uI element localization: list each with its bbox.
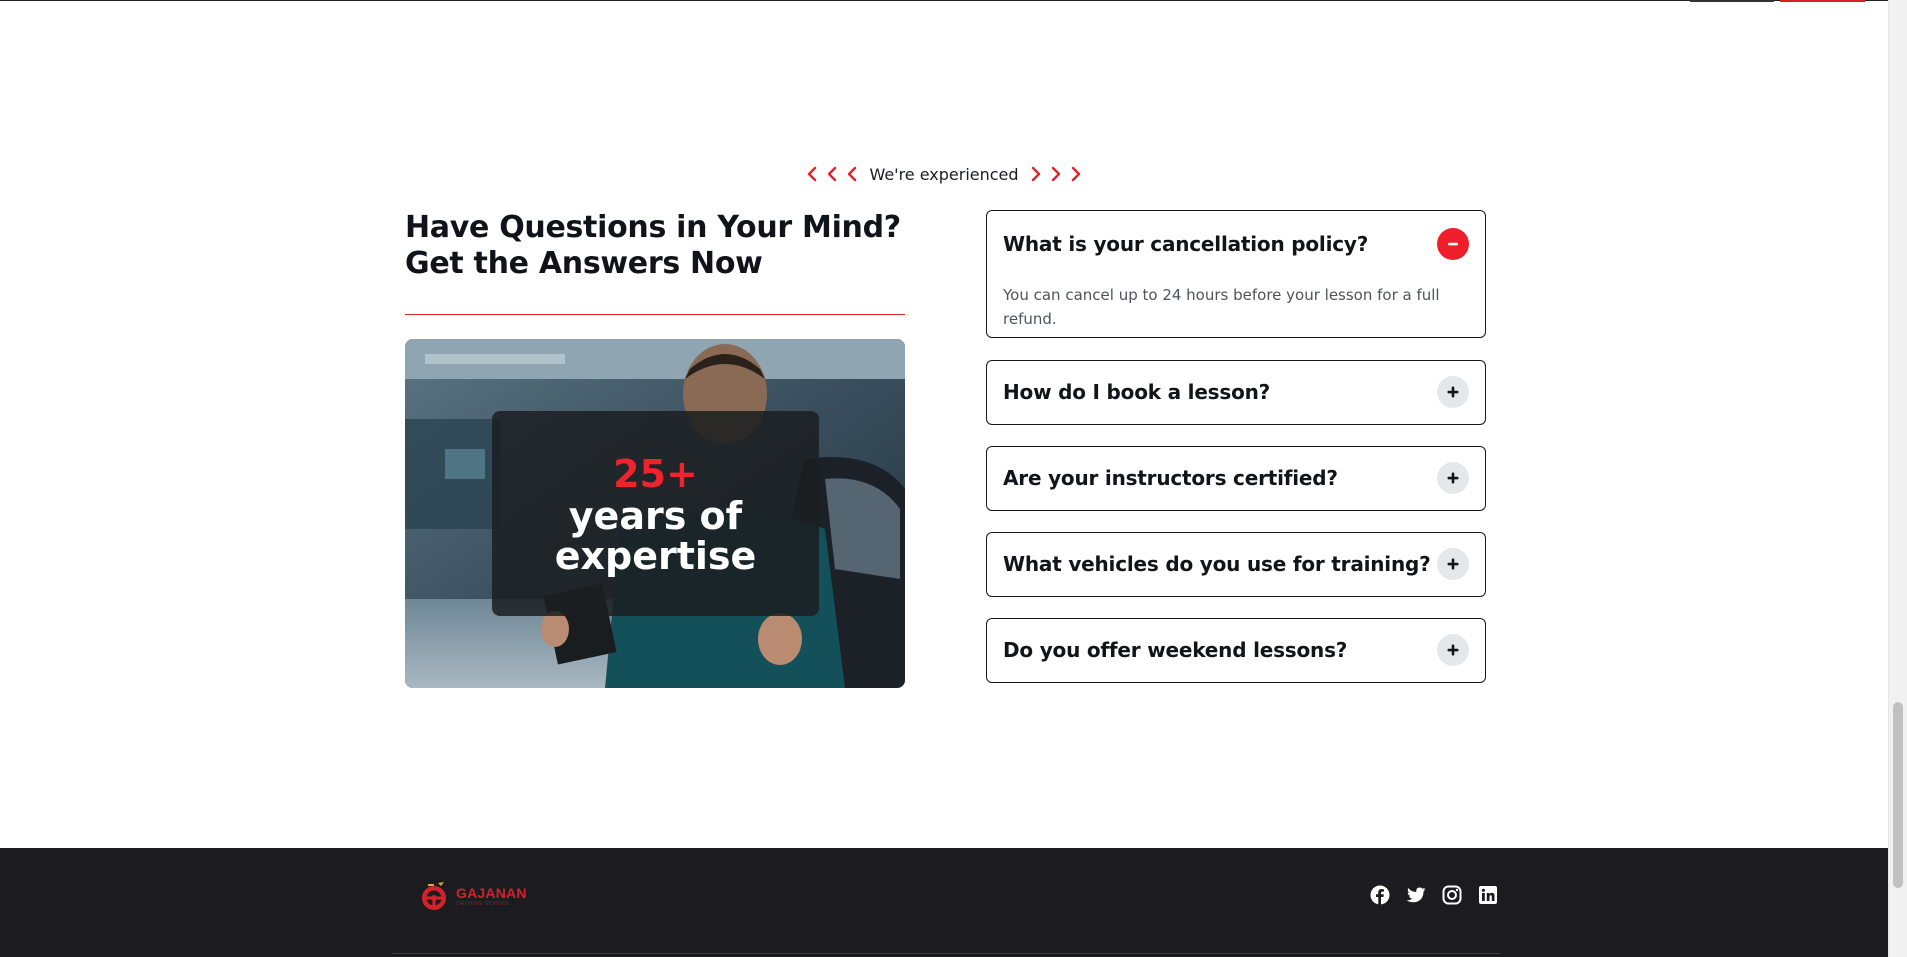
faq-item[interactable]: What vehicles do you use for training? bbox=[986, 532, 1486, 597]
header-indicator-dark bbox=[1690, 0, 1774, 2]
chevron-left-icon bbox=[825, 163, 839, 185]
right-chevrons bbox=[1029, 163, 1083, 185]
left-chevrons bbox=[805, 163, 859, 185]
plus-icon bbox=[1447, 472, 1459, 484]
faq-item-expanded[interactable]: What is your cancellation policy? You ca… bbox=[986, 210, 1486, 338]
faq-question[interactable]: Are your instructors certified? bbox=[1003, 466, 1338, 490]
heading-divider bbox=[405, 314, 905, 315]
stat-number: 25+ bbox=[613, 451, 698, 496]
expand-button[interactable] bbox=[1437, 462, 1469, 494]
faq-header[interactable]: What vehicles do you use for training? bbox=[987, 533, 1485, 595]
page-scrollbar[interactable] bbox=[1888, 0, 1907, 957]
social-links bbox=[1370, 885, 1498, 905]
experience-stat-card: 25+ years of expertise bbox=[492, 411, 819, 616]
site-footer: GAJANAN DRIVING SCHOOL bbox=[0, 848, 1888, 957]
top-divider bbox=[0, 0, 1888, 1]
scrollbar-thumb[interactable] bbox=[1893, 702, 1903, 888]
facebook-icon[interactable] bbox=[1370, 885, 1390, 905]
chevron-right-icon bbox=[1029, 163, 1043, 185]
steering-wheel-logo-icon bbox=[422, 882, 446, 910]
faq-item[interactable]: Are your instructors certified? bbox=[986, 446, 1486, 511]
twitter-icon[interactable] bbox=[1406, 885, 1426, 905]
expand-button[interactable] bbox=[1437, 548, 1469, 580]
plus-icon bbox=[1447, 644, 1459, 656]
instructor-photo: 25+ years of expertise bbox=[405, 339, 905, 688]
section-heading: Have Questions in Your Mind? Get the Ans… bbox=[405, 210, 901, 281]
logo-wordmark: GAJANAN DRIVING SCHOOL bbox=[456, 885, 527, 907]
eyebrow-text: We're experienced bbox=[869, 164, 1019, 184]
logo-name: GAJANAN bbox=[456, 885, 527, 901]
linkedin-icon[interactable] bbox=[1478, 885, 1498, 905]
minus-icon bbox=[1448, 242, 1458, 246]
faq-header[interactable]: Do you offer weekend lessons? bbox=[987, 619, 1485, 681]
logo-subtitle: DRIVING SCHOOL bbox=[456, 901, 511, 907]
header-indicator-red bbox=[1780, 0, 1865, 2]
footer-divider bbox=[392, 953, 1500, 954]
chevron-left-icon bbox=[805, 163, 819, 185]
section-eyebrow: We're experienced bbox=[0, 163, 1888, 185]
chevron-right-icon bbox=[1069, 163, 1083, 185]
instagram-icon[interactable] bbox=[1442, 885, 1462, 905]
plus-icon bbox=[1447, 558, 1459, 570]
collapse-button[interactable] bbox=[1437, 228, 1469, 260]
faq-header[interactable]: Are your instructors certified? bbox=[987, 447, 1485, 509]
faq-header[interactable]: How do I book a lesson? bbox=[987, 361, 1485, 423]
faq-question[interactable]: Do you offer weekend lessons? bbox=[1003, 638, 1347, 662]
page: We're experienced Have Questions in Your… bbox=[0, 0, 1888, 957]
chevron-left-icon bbox=[845, 163, 859, 185]
faq-question[interactable]: How do I book a lesson? bbox=[1003, 380, 1270, 404]
expand-button[interactable] bbox=[1437, 376, 1469, 408]
footer-logo[interactable]: GAJANAN DRIVING SCHOOL bbox=[420, 880, 527, 912]
faq-question[interactable]: What vehicles do you use for training? bbox=[1003, 552, 1431, 576]
faq-header[interactable]: What is your cancellation policy? bbox=[987, 211, 1485, 277]
plus-icon bbox=[1447, 386, 1459, 398]
chevron-right-icon bbox=[1049, 163, 1063, 185]
stat-label: years of expertise bbox=[554, 493, 757, 578]
faq-item[interactable]: Do you offer weekend lessons? bbox=[986, 618, 1486, 683]
expand-button[interactable] bbox=[1437, 634, 1469, 666]
faq-question[interactable]: What is your cancellation policy? bbox=[1003, 232, 1368, 256]
faq-answer: You can cancel up to 24 hours before you… bbox=[1003, 286, 1440, 328]
faq-item[interactable]: How do I book a lesson? bbox=[986, 360, 1486, 425]
